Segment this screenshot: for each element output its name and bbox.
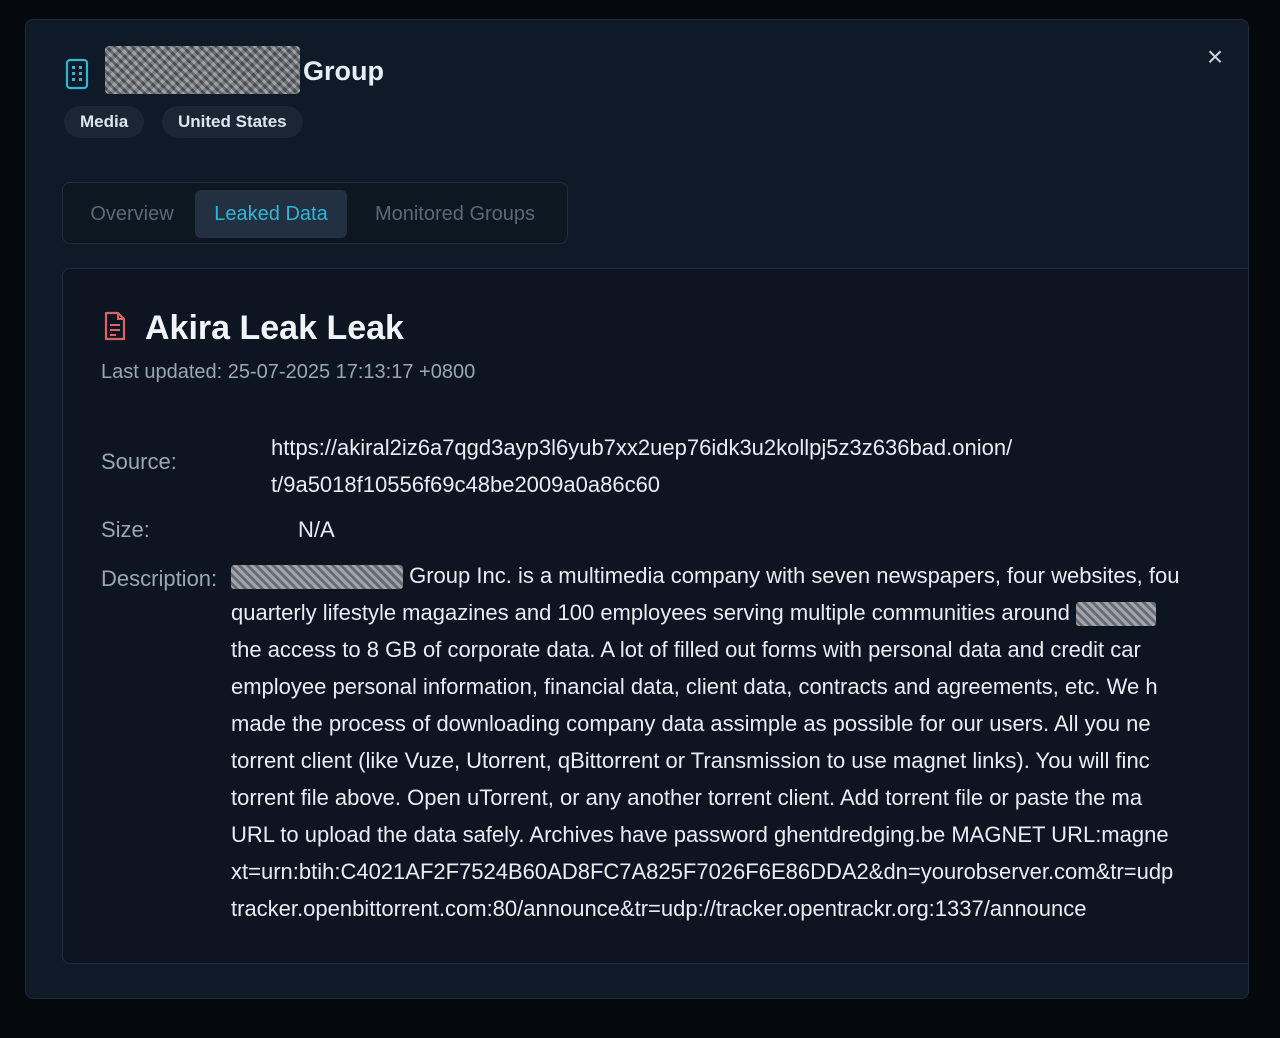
tag-country: United States bbox=[162, 106, 303, 138]
redacted-location bbox=[1075, 602, 1156, 627]
document-icon bbox=[104, 311, 126, 341]
tab-overview[interactable]: Overview bbox=[79, 190, 185, 238]
source-label: Source: bbox=[101, 449, 177, 474]
leak-title: Akira Leak Leak bbox=[145, 309, 404, 347]
leak-detail-panel: Akira Leak Leak Last updated: 25-07-2025… bbox=[62, 268, 1248, 964]
description-line: the access to 8 GB of corporate data. A … bbox=[231, 637, 1141, 662]
description-line: xt=urn:btih:C4021AF2F7524B60AD8FC7A825F7… bbox=[231, 859, 1174, 884]
description-line: Group Inc. is a multimedia company with … bbox=[403, 563, 1180, 588]
description-line: made the process of downloading company … bbox=[231, 711, 1151, 736]
description-text: Group Inc. is a multimedia company with … bbox=[231, 557, 1248, 927]
tab-leaked-data[interactable]: Leaked Data bbox=[195, 190, 347, 238]
close-button[interactable]: × bbox=[1202, 43, 1228, 71]
tab-bar: Overview Leaked Data Monitored Groups bbox=[62, 182, 568, 244]
description-label: Description: bbox=[101, 566, 218, 591]
description-line: torrent client (like Vuze, Utorrent, qBi… bbox=[231, 748, 1150, 773]
description-line: torrent file above. Open uTorrent, or an… bbox=[231, 785, 1143, 810]
size-value: N/A bbox=[298, 517, 335, 542]
description-line: tracker.openbittorrent.com:80/announce&t… bbox=[231, 896, 1087, 921]
org-detail-modal: × Group Media United States Overview Lea… bbox=[25, 19, 1249, 999]
org-title-suffix: Group bbox=[303, 56, 384, 86]
description-line: URL to upload the data safely. Archives … bbox=[231, 822, 1169, 847]
building-icon bbox=[65, 58, 89, 90]
tab-monitored-groups[interactable]: Monitored Groups bbox=[359, 190, 551, 238]
tag-industry: Media bbox=[64, 106, 145, 138]
last-updated: Last updated: 25-07-2025 17:13:17 +0800 bbox=[101, 361, 476, 383]
source-url-line: t/9a5018f10556f69c48be2009a0a86c60 bbox=[271, 472, 661, 497]
description-line: employee personal information, financial… bbox=[231, 674, 1158, 699]
source-url[interactable]: https://akiral2iz6a7qgd3ayp3l6yub7xx2uep… bbox=[271, 429, 1191, 503]
redacted-org-name bbox=[105, 46, 300, 94]
source-url-line: https://akiral2iz6a7qgd3ayp3l6yub7xx2uep… bbox=[271, 435, 1013, 460]
size-label: Size: bbox=[101, 517, 150, 542]
description-line: quarterly lifestyle magazines and 100 em… bbox=[231, 600, 1076, 625]
redacted-company-name bbox=[231, 565, 403, 590]
